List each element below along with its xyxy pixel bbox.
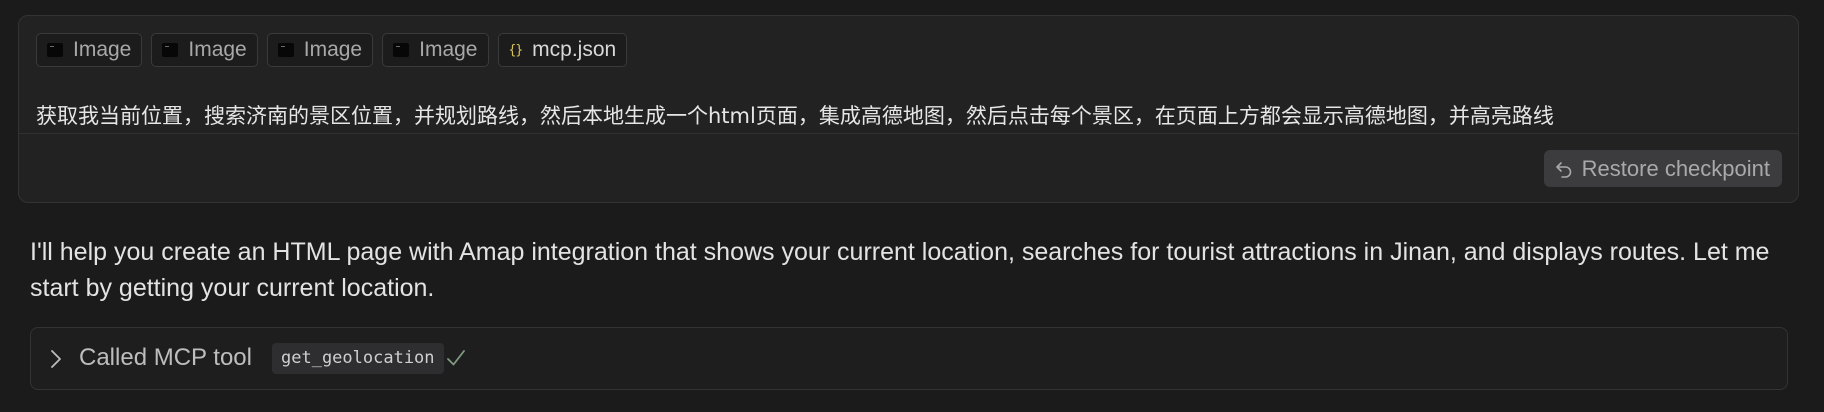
- image-thumbnail-icon: [162, 43, 179, 57]
- chat-panel: Image Image Image Image {} mcp.json 获取我当…: [0, 0, 1824, 412]
- assistant-message-text: I'll help you create an HTML page with A…: [30, 238, 1770, 302]
- restore-checkpoint-label: Restore checkpoint: [1581, 155, 1770, 181]
- attachment-chip-mcp-json[interactable]: {} mcp.json: [497, 33, 628, 67]
- image-thumbnail-icon: [47, 43, 63, 57]
- image-thumbnail-icon: [277, 43, 294, 57]
- attachment-label: Image: [73, 38, 132, 61]
- attachment-list: Image Image Image Image {} mcp.json: [36, 33, 628, 67]
- tool-call-label: Called MCP tool: [79, 344, 252, 371]
- chevron-right-icon[interactable]: [49, 348, 63, 370]
- attachment-chip-image-2[interactable]: Image: [151, 33, 258, 67]
- tool-name-badge: get_geolocation: [272, 343, 444, 374]
- undo-arrow-icon: [1555, 161, 1571, 178]
- user-message-card: Image Image Image Image {} mcp.json 获取我当…: [18, 15, 1799, 203]
- checkmark-icon: [447, 350, 465, 366]
- attachment-label: Image: [419, 38, 478, 61]
- divider: [19, 133, 1798, 134]
- tool-call-row[interactable]: Called MCP tool get_geolocation: [30, 327, 1788, 390]
- attachment-chip-image-3[interactable]: Image: [266, 33, 374, 67]
- user-prompt-text: 获取我当前位置，搜索济南的景区位置，并规划路线，然后本地生成一个html页面，集…: [36, 104, 1554, 128]
- attachment-label: Image: [303, 38, 363, 61]
- json-braces-icon: {}: [508, 42, 524, 58]
- attachment-label: mcp.json: [532, 38, 617, 61]
- image-thumbnail-icon: [393, 43, 410, 57]
- attachment-label: Image: [188, 38, 247, 61]
- attachment-chip-image-1[interactable]: Image: [36, 33, 143, 67]
- restore-checkpoint-button[interactable]: Restore checkpoint: [1543, 150, 1782, 187]
- attachment-chip-image-4[interactable]: Image: [382, 33, 489, 67]
